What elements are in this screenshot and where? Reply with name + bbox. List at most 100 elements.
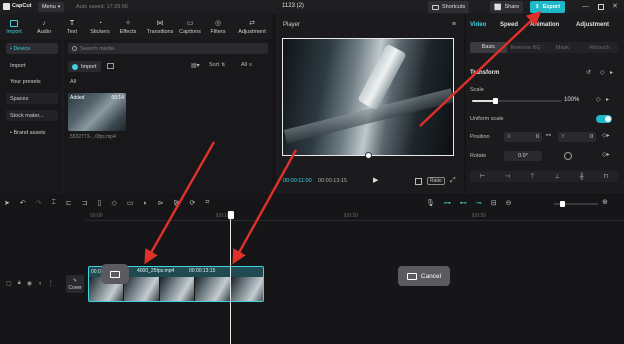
tool-text[interactable]: T Text xyxy=(60,16,84,38)
minimize-icon[interactable]: — xyxy=(582,3,589,10)
scale-keyframe-icon[interactable]: ◇ xyxy=(596,97,601,103)
cover-button[interactable]: ✎ Cover xyxy=(66,275,84,293)
redo-icon[interactable]: ↷ xyxy=(36,199,42,207)
tool-transitions[interactable]: ⋈ Transitions xyxy=(146,16,174,38)
align-center-v-icon[interactable]: ╫ xyxy=(579,174,583,180)
track-lock-icon[interactable]: ▢ xyxy=(6,280,12,287)
split-left-icon[interactable]: ⊏ xyxy=(66,199,72,207)
scale-value[interactable]: 100% xyxy=(564,97,579,103)
sidebar-item-presets[interactable]: Your presets xyxy=(6,76,58,87)
fullscreen-crop-icon[interactable] xyxy=(415,178,422,185)
undo-icon[interactable]: ↶ xyxy=(20,199,26,207)
preview-axis-icon[interactable]: ⊟ xyxy=(491,199,497,207)
zoom-slider[interactable] xyxy=(554,201,598,207)
track-more-icon[interactable]: ⋮ xyxy=(48,280,54,287)
grid-view-icon[interactable] xyxy=(107,63,114,69)
align-center-h-icon[interactable]: ⊣ xyxy=(505,173,510,180)
position-x-field[interactable]: X 0 xyxy=(504,132,542,142)
video-preview[interactable] xyxy=(282,38,454,156)
auto-snap-icon[interactable]: ⊷ xyxy=(460,199,467,207)
cancel-overlay-button[interactable]: Cancel xyxy=(398,266,450,286)
crop-handle-icon[interactable] xyxy=(365,152,372,159)
close-icon[interactable]: ✕ xyxy=(612,3,618,10)
split-icon[interactable]: ⌶ xyxy=(52,199,56,207)
clip-cover-icon[interactable] xyxy=(101,264,129,284)
mirror-icon[interactable]: ⧎ xyxy=(174,199,180,207)
player-menu-icon[interactable]: ≡ xyxy=(452,21,456,28)
ratio-button[interactable]: Ratio xyxy=(427,177,445,185)
tool-stickers[interactable]: ◔ Stickers xyxy=(88,16,112,38)
tool-adjustment[interactable]: ⇄ Adjustment xyxy=(236,16,268,38)
shield-icon[interactable]: ◇ xyxy=(111,199,116,207)
audio-mute-icon[interactable]: ◖ xyxy=(38,281,42,287)
view-mode-icon[interactable]: ▤▾ xyxy=(191,63,200,69)
tab-speed[interactable]: Speed xyxy=(500,22,518,28)
menu-button[interactable]: Menu ▾ xyxy=(38,2,65,12)
freeze-icon[interactable]: ▭ xyxy=(127,199,134,207)
reset-icon[interactable]: ↺ xyxy=(586,70,591,76)
project-name[interactable]: 1123 (2) xyxy=(282,3,304,9)
media-thumbnail[interactable]: Added 00:14 xyxy=(68,93,126,131)
sidebar-item-import[interactable]: Import xyxy=(6,60,58,71)
zoom-out-icon[interactable]: ⊖ xyxy=(506,199,512,207)
select-cursor-icon[interactable]: ➤ xyxy=(4,199,10,207)
maximize-icon[interactable] xyxy=(598,4,604,10)
link-icon[interactable]: ⚯ xyxy=(546,133,551,139)
position-y-field[interactable]: Y 0 xyxy=(558,132,596,142)
search-input[interactable]: Search media xyxy=(68,43,268,54)
split-right-icon[interactable]: ⊐ xyxy=(82,199,88,207)
tab-adjustment[interactable]: Adjustment xyxy=(576,22,609,28)
rotate-dial-icon[interactable] xyxy=(564,152,572,160)
microphone-icon[interactable]: 🎙 xyxy=(426,199,435,207)
sidebar-item-brand-assets[interactable]: • Brand assets xyxy=(6,127,58,138)
lock-icon[interactable]: 🔒︎ xyxy=(18,280,21,287)
linkage-icon[interactable]: ⊸ xyxy=(476,199,482,207)
filter-all-button[interactable]: All ≡ xyxy=(241,62,252,68)
tool-captions[interactable]: ▭ Captions xyxy=(178,16,202,38)
export-button[interactable]: ⇪ Export xyxy=(530,1,566,13)
play-icon[interactable]: ▶ xyxy=(373,177,378,184)
tab-video[interactable]: Video xyxy=(470,22,486,28)
reverse-icon[interactable]: ◐ xyxy=(143,200,147,207)
subtab-remove-bg[interactable]: Remove BG xyxy=(507,45,544,51)
eye-icon[interactable]: ◉ xyxy=(27,280,32,287)
expand-icon[interactable]: ⤢ xyxy=(450,177,456,184)
align-bottom-icon[interactable]: ⊓ xyxy=(603,173,608,180)
timeline-ruler[interactable]: 00:00 |00:10 |00:20 |00:30 xyxy=(86,211,624,221)
rotate-field[interactable]: 0.0° xyxy=(504,151,542,161)
scale-slider-knob[interactable] xyxy=(492,98,498,104)
main-track-magnet-icon[interactable]: ⊶ xyxy=(444,199,451,207)
scale-more-icon[interactable]: ▸ xyxy=(606,97,609,103)
rotate-icon[interactable]: ⟳ xyxy=(189,199,195,207)
tool-audio[interactable]: ♪ Audio xyxy=(32,16,56,38)
scale-slider[interactable] xyxy=(472,98,562,104)
sidebar-item-device[interactable]: • Device xyxy=(6,43,58,54)
subtab-basic[interactable]: Basic xyxy=(470,42,507,53)
sort-button[interactable]: Sort ⇅ xyxy=(209,62,225,68)
sidebar-item-spaces[interactable]: Spaces xyxy=(6,93,58,104)
delete-icon[interactable]: ▯ xyxy=(98,199,102,207)
subtab-retouch[interactable]: Retouch xyxy=(581,45,618,51)
align-top-icon[interactable]: ⊥ xyxy=(555,173,560,180)
tool-effects[interactable]: ✧ Effects xyxy=(116,16,140,38)
tab-animation[interactable]: Animation xyxy=(530,22,559,28)
crop-icon[interactable]: ⌗ xyxy=(205,199,209,207)
share-button[interactable]: ⬜ Share xyxy=(490,1,524,13)
playhead-knob[interactable] xyxy=(228,211,234,219)
rotate-keyframe-icon[interactable]: ◇▸ xyxy=(602,152,610,158)
uniform-scale-toggle[interactable] xyxy=(596,115,612,123)
position-keyframe-icon[interactable]: ◇▸ xyxy=(602,133,610,139)
tool-import[interactable]: Import xyxy=(2,16,26,38)
align-left-icon[interactable]: ⊢ xyxy=(480,173,485,180)
import-button[interactable]: Import xyxy=(68,61,101,72)
zoom-slider-knob[interactable] xyxy=(560,201,565,207)
play-circle-icon[interactable]: ⊳ xyxy=(158,199,164,207)
keyframe-icon[interactable]: ◇ xyxy=(600,70,605,76)
zoom-in-icon[interactable]: ⊕ xyxy=(602,199,608,206)
subtab-mask[interactable]: Mask xyxy=(544,45,581,51)
align-right-icon[interactable]: ⊤ xyxy=(530,173,535,180)
shortcuts-button[interactable]: Shortcuts xyxy=(428,1,470,13)
tool-filters[interactable]: ◎ Filters xyxy=(206,16,230,38)
sidebar-item-stock[interactable]: Stock mater... xyxy=(6,110,58,121)
more-arrow-icon[interactable]: ▸ xyxy=(610,70,613,76)
